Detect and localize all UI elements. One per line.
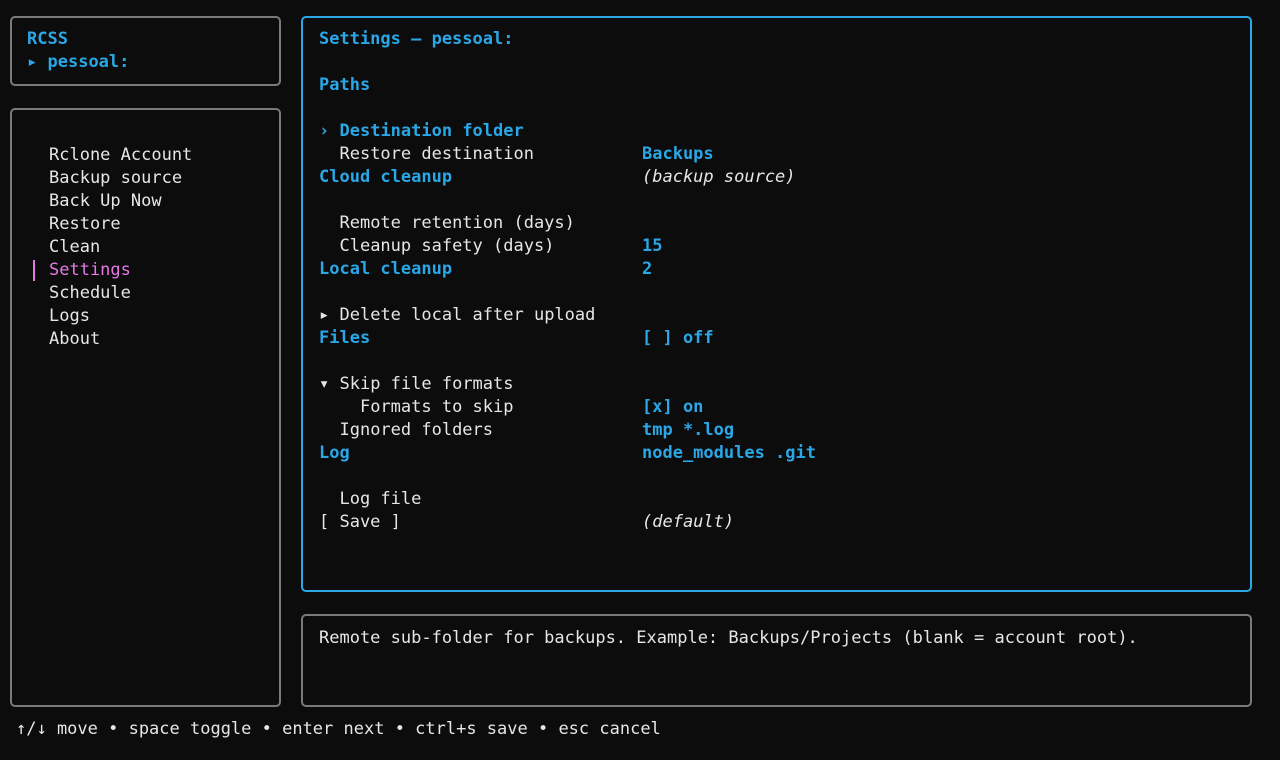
menu-item-about[interactable]: About [49, 328, 279, 351]
log-file-label: Log file [339, 489, 422, 509]
cleanup-safety-label: Cleanup safety (days) [339, 236, 555, 256]
ignored-folders-label: Ignored folders [339, 420, 494, 440]
restore-destination-label: Restore destination [339, 144, 534, 164]
menu-item-settings[interactable]: Settings [33, 259, 279, 282]
cleanup-safety-value: 2 [642, 259, 653, 279]
menu-panel: Rclone Account Backup source Back Up Now… [10, 108, 281, 707]
restore-destination-value: (backup source) [642, 167, 796, 187]
menu-item-backup-source[interactable]: Backup source [49, 167, 279, 190]
setting-delete-local-after-upload[interactable]: ▸ Delete local after upload [ ] off [319, 281, 1250, 348]
menu-item-restore[interactable]: Restore [49, 213, 279, 236]
formats-to-skip-value: tmp *.log [642, 420, 735, 440]
setting-skip-file-formats[interactable]: ▾ Skip file formats [x] on [319, 350, 1250, 417]
menu-item-clean[interactable]: Clean [49, 236, 279, 259]
destination-folder-value: Backups [642, 144, 714, 164]
app-title: RCSS [27, 29, 68, 49]
help-text: Remote sub-folder for backups. Example: … [319, 628, 1138, 648]
setting-remote-retention[interactable]: Remote retention (days) 15 [319, 189, 1250, 256]
settings-title: Settings — pessoal: [319, 29, 514, 49]
setting-formats-to-skip[interactable]: Formats to skip tmp *.log [319, 373, 1250, 440]
menu-item-back-up-now[interactable]: Back Up Now [49, 190, 279, 213]
setting-log-file[interactable]: Log file (default) [319, 465, 1250, 532]
setting-ignored-folders[interactable]: Ignored folders node_modules .git [319, 396, 1250, 463]
remote-retention-value: 15 [642, 236, 663, 256]
section-files-heading: Files [319, 328, 371, 348]
settings-panel: Settings — pessoal: Paths › Destination … [301, 16, 1252, 592]
section-local-cleanup-heading: Local cleanup [319, 259, 453, 279]
setting-destination-folder[interactable]: › Destination folder Backups [319, 97, 1250, 164]
header-panel: RCSS ▸ pessoal: [10, 16, 281, 86]
keybinding-hints: ↑/↓ move • space toggle • enter next • c… [16, 719, 661, 739]
menu-item-rclone-account[interactable]: Rclone Account [49, 144, 279, 167]
account-marker-icon: ▸ [27, 52, 38, 72]
account-line: ▸ pessoal: [27, 51, 279, 74]
delete-local-toggle[interactable]: [ ] off [642, 327, 714, 350]
help-panel: Remote sub-folder for backups. Example: … [301, 614, 1252, 707]
menu-item-logs[interactable]: Logs [49, 305, 279, 328]
collapsed-triangle-icon: ▸ [319, 305, 330, 325]
delete-local-label: Delete local after upload [339, 305, 596, 325]
account-name: pessoal: [47, 52, 130, 72]
save-button[interactable]: [ Save ] [319, 511, 1250, 534]
menu-item-schedule[interactable]: Schedule [49, 282, 279, 305]
ignored-folders-value: node_modules .git [642, 443, 816, 463]
setting-restore-destination[interactable]: Restore destination (backup source) [319, 120, 1250, 187]
setting-cleanup-safety[interactable]: Cleanup safety (days) 2 [319, 212, 1250, 279]
section-paths-heading: Paths [319, 75, 371, 95]
